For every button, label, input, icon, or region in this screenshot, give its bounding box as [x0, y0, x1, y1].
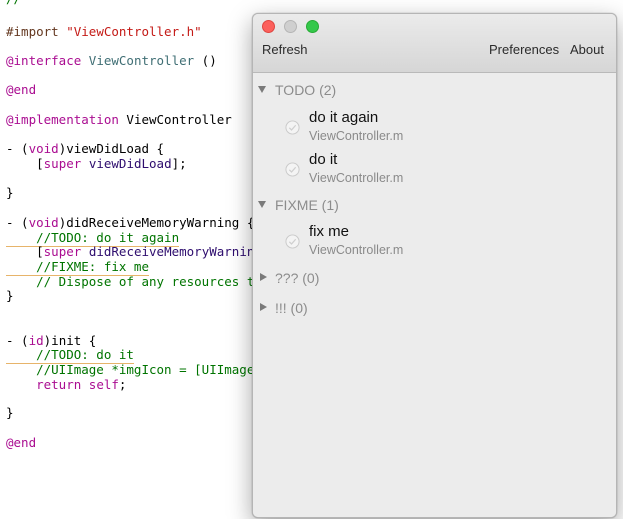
code-token: return [36, 377, 82, 392]
refresh-button[interactable]: Refresh [262, 42, 308, 57]
code-token: void [28, 215, 59, 230]
code-token: //UIImage *imgIcon = [UIImage [6, 362, 255, 377]
code-token: )viewDidLoad { [58, 141, 165, 156]
checkmark-circle-icon[interactable] [285, 120, 300, 135]
code-token: } [6, 405, 14, 420]
code-line[interactable]: @end [6, 435, 36, 450]
code-line[interactable]: // [6, 0, 21, 6]
code-token: () [194, 53, 217, 68]
checkmark-circle-icon[interactable] [285, 234, 300, 249]
item-title: do it again [309, 109, 379, 126]
code-token: [ [6, 156, 44, 171]
list-item[interactable]: do it again ViewController.m [253, 105, 616, 145]
code-line[interactable]: return self; [6, 377, 126, 392]
minimize-icon[interactable] [284, 20, 297, 33]
code-line[interactable]: } [6, 185, 14, 200]
code-token: super [43, 244, 82, 259]
todo-window: Refresh Preferences About TODO (2) do it… [252, 13, 617, 518]
disclosure-triangle-icon[interactable] [258, 86, 266, 93]
group-header-todo[interactable]: TODO (2) [253, 79, 616, 103]
todo-outline-list[interactable]: TODO (2) do it again ViewController.m do… [253, 73, 616, 517]
close-icon[interactable] [262, 20, 275, 33]
code-token: self [88, 377, 119, 392]
code-line[interactable]: //FIXME: fix me [6, 259, 149, 276]
item-file: ViewController.m [309, 129, 404, 143]
group-header-fixme[interactable]: FIXME (1) [253, 194, 616, 218]
group-label: FIXME (1) [275, 197, 339, 213]
disclosure-triangle-icon[interactable] [258, 201, 266, 208]
code-token: // Dispose of any resources t [6, 274, 255, 289]
code-token: didReceiveMemoryWarning [88, 244, 262, 259]
code-token: @end [6, 435, 37, 450]
code-token: "ViewController.h" [66, 24, 202, 39]
code-token: } [6, 288, 14, 303]
code-line[interactable]: - (id)init { [6, 333, 96, 348]
code-token: ]; [171, 156, 187, 171]
code-line[interactable]: @implementation ViewController [6, 112, 232, 127]
zoom-icon[interactable] [306, 20, 319, 33]
code-line[interactable]: //UIImage *imgIcon = [UIImage [6, 362, 254, 377]
code-token: [ [6, 244, 44, 259]
code-token: #import [6, 24, 67, 39]
code-token: id [28, 333, 44, 348]
item-file: ViewController.m [309, 171, 404, 185]
code-token: ViewController [126, 112, 232, 127]
about-button[interactable]: About [570, 42, 604, 57]
code-line[interactable]: @end [6, 82, 36, 97]
code-line[interactable]: #import "ViewController.h" [6, 24, 202, 39]
code-token: )didReceiveMemoryWarning { [58, 215, 255, 230]
title-bar[interactable]: Refresh Preferences About [253, 14, 616, 73]
code-token: ; [118, 377, 127, 392]
code-line[interactable]: - (void)didReceiveMemoryWarning { [6, 215, 254, 230]
code-token: super [43, 156, 82, 171]
group-header-exclamations[interactable]: !!! (0) [253, 297, 616, 321]
code-token: @end [6, 82, 37, 97]
code-token: @implementation [6, 112, 127, 127]
code-line[interactable]: // Dispose of any resources t [6, 274, 254, 289]
group-header-questions[interactable]: ??? (0) [253, 267, 616, 291]
code-token: @interface [6, 53, 89, 68]
code-line[interactable]: } [6, 405, 14, 420]
code-line[interactable]: } [6, 288, 14, 303]
preferences-button[interactable]: Preferences [489, 42, 559, 57]
group-label: ??? (0) [275, 270, 320, 286]
code-token: - ( [6, 141, 29, 156]
code-token: // [6, 0, 21, 6]
item-title: fix me [309, 223, 350, 240]
item-title: do it [309, 151, 338, 168]
code-line[interactable]: @interface ViewController () [6, 53, 217, 68]
code-line[interactable]: //TODO: do it [6, 347, 134, 364]
list-item[interactable]: do it ViewController.m [253, 147, 616, 187]
code-line[interactable]: [super didReceiveMemoryWarning [6, 244, 262, 259]
code-token: - ( [6, 215, 29, 230]
disclosure-triangle-icon[interactable] [260, 273, 267, 281]
item-file: ViewController.m [309, 243, 404, 257]
group-label: !!! (0) [275, 300, 308, 316]
code-token: void [28, 141, 59, 156]
code-token: )init { [43, 333, 97, 348]
code-token: viewDidLoad [88, 156, 172, 171]
code-token: - ( [6, 333, 29, 348]
checkmark-circle-icon[interactable] [285, 162, 300, 177]
disclosure-triangle-icon[interactable] [260, 303, 267, 311]
list-item[interactable]: fix me ViewController.m [253, 219, 616, 259]
code-token: } [6, 185, 14, 200]
code-line[interactable]: - (void)viewDidLoad { [6, 141, 164, 156]
group-label: TODO (2) [275, 82, 337, 98]
code-token: ViewController [88, 53, 195, 68]
code-line[interactable]: //TODO: do it again [6, 230, 180, 247]
code-line[interactable]: [super viewDidLoad]; [6, 156, 187, 171]
